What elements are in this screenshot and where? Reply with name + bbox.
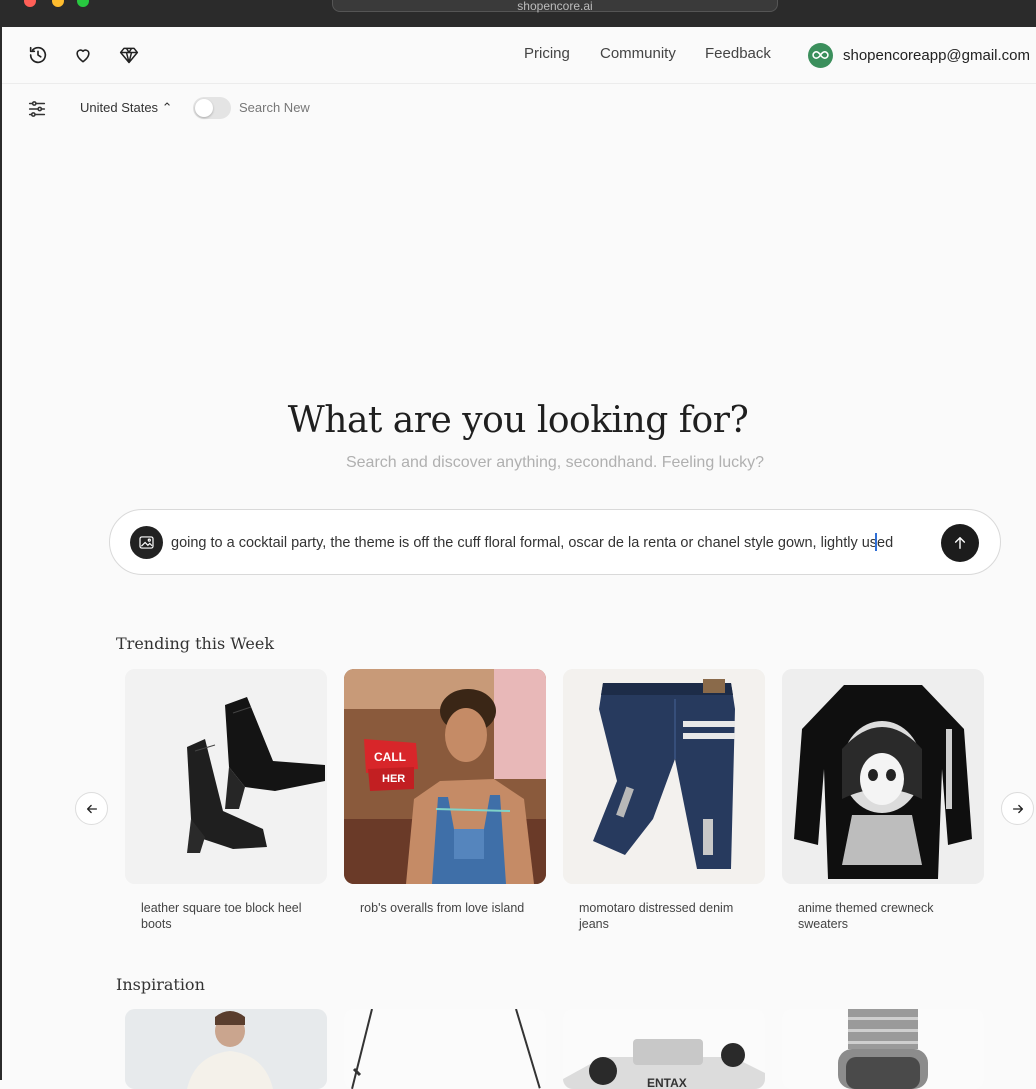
trending-section-title: Trending this Week bbox=[116, 634, 275, 653]
inspiration-card[interactable] bbox=[782, 1009, 984, 1089]
image-upload-button[interactable] bbox=[130, 526, 163, 559]
address-bar[interactable]: shopencore.ai bbox=[332, 0, 778, 13]
text-cursor bbox=[875, 533, 877, 551]
svg-text:CALL: CALL bbox=[374, 750, 406, 764]
trending-card[interactable]: anime themed crewneck sweaters bbox=[782, 669, 984, 932]
submit-search-button[interactable] bbox=[941, 524, 979, 562]
history-icon[interactable] bbox=[26, 43, 50, 67]
browser-toolbar: shopencore.ai bbox=[0, 0, 1036, 27]
page-subtitle: Search and discover anything, secondhand… bbox=[345, 454, 765, 471]
trending-card-caption: anime themed crewneck sweaters bbox=[798, 901, 934, 931]
trending-card[interactable]: momotaro distressed denim jeans bbox=[563, 669, 765, 932]
trending-card-caption: rob's overalls from love island bbox=[360, 901, 525, 915]
trending-card[interactable]: leather square toe block heel boots bbox=[125, 669, 327, 932]
toggle-knob bbox=[195, 99, 213, 117]
account-menu[interactable]: shopencoreapp@gmail.com bbox=[808, 42, 1030, 68]
search-new-toggle[interactable] bbox=[193, 97, 231, 119]
address-bar-url: shopencore.ai bbox=[517, 0, 593, 13]
inspiration-card[interactable] bbox=[344, 1009, 546, 1089]
svg-text:HER: HER bbox=[382, 773, 405, 785]
diamond-icon[interactable] bbox=[117, 43, 141, 67]
carousel-next-button[interactable] bbox=[1001, 792, 1034, 825]
inspiration-card[interactable] bbox=[125, 1009, 327, 1089]
product-image-overalls: CALL HER bbox=[344, 669, 546, 884]
page-title: What are you looking for? bbox=[287, 400, 749, 441]
inspiration-card[interactable]: ENTAX bbox=[563, 1009, 765, 1089]
inspiration-section-title: Inspiration bbox=[116, 975, 205, 994]
trending-card[interactable]: CALL HER rob's overalls from love island bbox=[344, 669, 546, 916]
minimize-window-button[interactable] bbox=[52, 0, 64, 7]
infinity-logo-icon bbox=[808, 42, 833, 68]
maximize-window-button[interactable] bbox=[77, 0, 89, 7]
trending-card-caption: momotaro distressed denim jeans bbox=[579, 901, 734, 931]
svg-text:ENTAX: ENTAX bbox=[647, 1076, 687, 1089]
window-frame bbox=[0, 27, 2, 1080]
product-image-boots bbox=[125, 669, 327, 884]
account-email: shopencoreapp@gmail.com bbox=[843, 46, 1030, 64]
trending-card-caption: leather square toe block heel boots bbox=[141, 901, 302, 931]
top-navigation: Pricing Community Feedback shopencoreapp… bbox=[2, 27, 1036, 84]
nav-community-link[interactable]: Community bbox=[600, 45, 676, 62]
close-window-button[interactable] bbox=[24, 0, 36, 7]
product-image-jeans bbox=[563, 669, 765, 884]
country-selector[interactable]: United States ⌃ bbox=[80, 100, 173, 116]
search-input[interactable] bbox=[171, 532, 931, 554]
filter-bar: United States ⌃ Search New bbox=[2, 90, 1036, 126]
search-new-label: Search New bbox=[239, 100, 310, 115]
heart-icon[interactable] bbox=[71, 43, 95, 67]
sliders-icon[interactable] bbox=[26, 98, 48, 120]
search-box bbox=[109, 509, 1001, 575]
product-image-sweater bbox=[782, 669, 984, 884]
nav-pricing-link[interactable]: Pricing bbox=[524, 45, 570, 62]
carousel-prev-button[interactable] bbox=[75, 792, 108, 825]
nav-feedback-link[interactable]: Feedback bbox=[705, 45, 771, 62]
